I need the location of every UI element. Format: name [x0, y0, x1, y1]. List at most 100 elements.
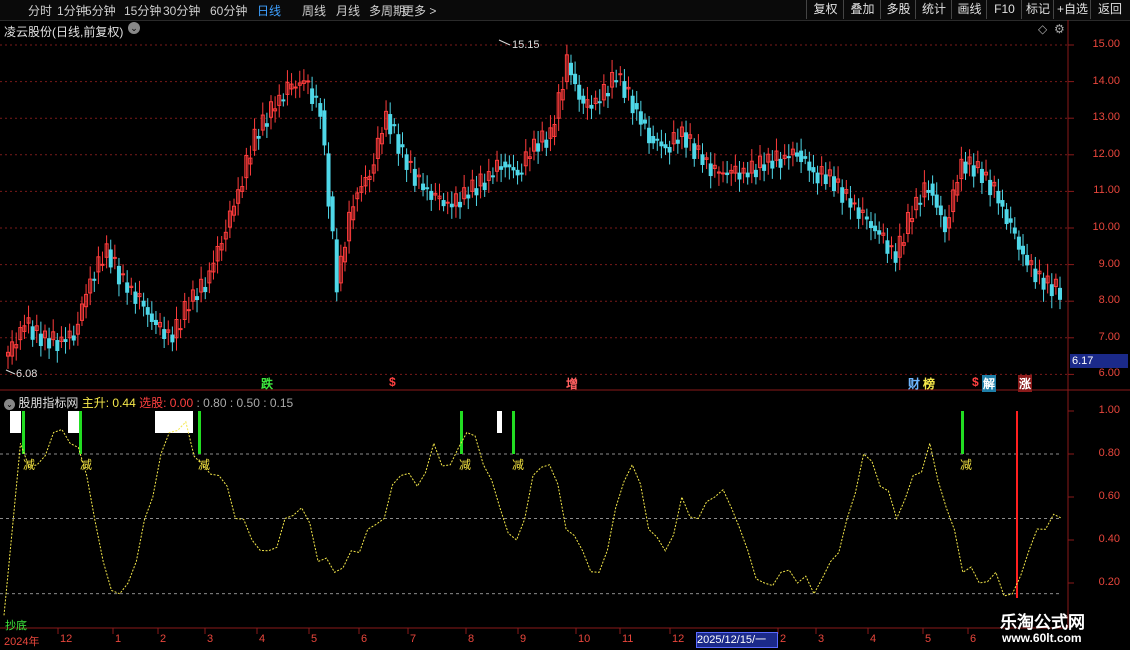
signal-label: 减 [512, 458, 525, 472]
candle-body [597, 101, 602, 104]
signal-white-bar [68, 411, 79, 433]
candle-body [938, 205, 943, 216]
price-axis-label: 14.00 [1092, 74, 1120, 87]
candle-body [614, 80, 619, 83]
candle-body [515, 169, 520, 176]
event-zeng[interactable]: 增 [566, 375, 578, 392]
event-jie[interactable]: 解 [982, 375, 997, 392]
candle-body [1008, 218, 1013, 223]
candle-body [293, 86, 298, 89]
candle-body [692, 143, 697, 159]
candle-body [63, 339, 68, 342]
candle-body [186, 309, 191, 312]
low-price-mark: 6.08 [16, 368, 38, 380]
candle-body [100, 263, 105, 266]
high-pointer [498, 39, 511, 46]
date-axis-label: 3 [207, 633, 214, 645]
date-axis-label: 7 [410, 633, 417, 645]
date-axis-label: 12 [60, 633, 73, 645]
signal-label: 减 [960, 458, 973, 472]
candle-body [811, 167, 816, 173]
candle-body [996, 190, 1001, 204]
candle-body [786, 156, 791, 159]
main-label: 主升: [81, 396, 110, 410]
signal-label: 减 [198, 458, 211, 472]
candle-body [823, 174, 828, 185]
candle-body [112, 256, 117, 259]
candle-body [458, 201, 463, 208]
date-axis-label: 6 [361, 633, 368, 645]
signal-green-bar [512, 411, 515, 454]
candle-body [1058, 287, 1062, 300]
chevron-down-icon[interactable]: ⌄ [4, 399, 15, 410]
candle-body [1012, 227, 1017, 234]
candle-body [445, 201, 450, 204]
candle-body [116, 265, 121, 285]
date-axis-label: 2 [160, 633, 167, 645]
date-axis-label: 4 [870, 633, 877, 645]
candle-body [803, 156, 808, 159]
candle-body [1021, 245, 1026, 255]
candle-body [71, 335, 76, 341]
candle-body [133, 291, 138, 304]
event-die[interactable]: 跌 [261, 375, 273, 392]
date-axis-label: 5 [925, 633, 932, 645]
date-axis-label: 4 [259, 633, 266, 645]
event-cai[interactable]: 财 [908, 375, 920, 392]
candle-body [388, 114, 393, 135]
candle-body [638, 111, 643, 125]
candle-body [55, 340, 60, 352]
candle-body [203, 286, 208, 293]
signal-green-bar [22, 411, 25, 454]
candle-body [108, 249, 113, 268]
price-axis-label: 13.00 [1092, 111, 1120, 124]
candle-body [988, 179, 993, 196]
current-price-box: 6.17 [1070, 354, 1128, 368]
candle-body [1016, 236, 1021, 250]
watermark-url: www.60lt.com [1002, 631, 1082, 645]
price-and-indicator-chart[interactable] [0, 0, 1130, 650]
high-price-mark: 15.15 [512, 39, 540, 51]
candle-body [852, 202, 857, 205]
candle-body [642, 119, 647, 124]
candle-body [125, 282, 130, 293]
price-axis-label: 9.00 [1098, 257, 1120, 270]
event-dollar-2[interactable]: $ [972, 375, 979, 389]
date-axis-label: 12 [672, 633, 685, 645]
price-axis-label: 10.00 [1092, 221, 1120, 233]
indicator-header: ⌄ 股朋指标网 主升: 0.44 选股: 0.00 : 0.80 : 0.50 … [4, 394, 293, 411]
candle-body [334, 239, 339, 293]
candle-body [877, 230, 882, 235]
candle-body [918, 202, 923, 205]
price-axis-label: 8.00 [1098, 294, 1120, 307]
candle-body [264, 123, 269, 127]
candle-body [396, 134, 401, 154]
candle-body [942, 216, 947, 233]
event-bang[interactable]: 榜 [923, 375, 935, 392]
candle-body [474, 188, 479, 196]
candle-body [47, 338, 52, 349]
pick-label: 选股: [139, 396, 167, 410]
date-axis-label: 1 [115, 633, 122, 645]
candle-body [885, 240, 890, 254]
candle-body [753, 169, 758, 178]
main-value: 0.44 [112, 396, 136, 410]
candle-body [1033, 268, 1038, 283]
candle-body [840, 187, 845, 203]
candle-body [848, 198, 853, 208]
candle-body [1025, 254, 1030, 266]
candle-body [425, 187, 430, 190]
candle-body [708, 163, 713, 177]
candle-body [1000, 200, 1005, 207]
event-zhang[interactable]: 涨 [1018, 375, 1033, 392]
candle-body [429, 190, 434, 200]
date-axis-label: 5 [311, 633, 318, 645]
candle-body [170, 334, 175, 343]
candle-body [700, 154, 705, 165]
event-dollar[interactable]: $ [389, 375, 396, 389]
date-axis-label: 11 [622, 633, 634, 645]
candle-body [581, 95, 586, 104]
price-axis-label: 12.00 [1092, 147, 1120, 160]
candle-body [421, 183, 426, 191]
candle-body [153, 319, 158, 325]
